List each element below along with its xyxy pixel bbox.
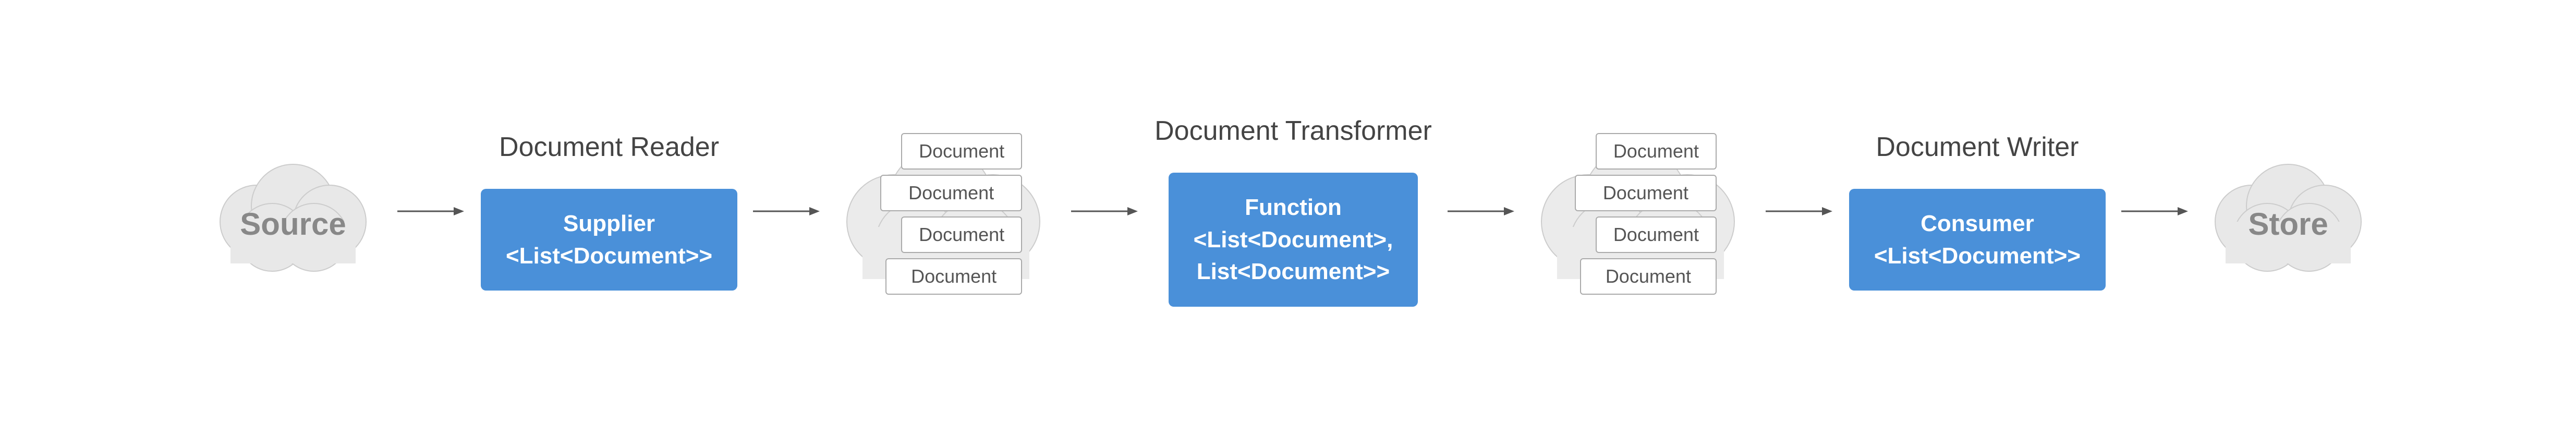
function-line3: List<Document>> — [1194, 256, 1393, 288]
arrow-1 — [397, 203, 465, 219]
doc-card-2: Document — [880, 175, 1022, 211]
right-doc-stack: Document Document Document Document — [1564, 133, 1717, 295]
doc-transformer-body: Function <List<Document>, List<Document>… — [1169, 173, 1418, 307]
document-reader-section: Document Reader Supplier <List<Document>… — [481, 131, 737, 291]
doc-writer-label: Document Writer — [1876, 131, 2079, 163]
arrow-2 — [753, 203, 821, 219]
function-line2: <List<Document>, — [1194, 224, 1393, 256]
docs-cloud-right: Document Document Document Document — [1531, 117, 1750, 305]
source-label: Source — [240, 207, 346, 242]
supplier-line1: Supplier — [506, 208, 712, 240]
docs-cloud-left: Document Document Document Document — [836, 117, 1055, 305]
document-transformer-section: Document Transformer Function <List<Docu… — [1155, 115, 1432, 307]
function-box: Function <List<Document>, List<Document>… — [1169, 173, 1418, 307]
doc-card-4: Document — [885, 258, 1022, 295]
doc-card-r2: Document — [1575, 175, 1717, 211]
source-cloud-shape: Source — [204, 133, 382, 290]
source-endpoint: Source — [204, 133, 382, 290]
store-endpoint: Store — [2205, 133, 2372, 290]
supplier-box: Supplier <List<Document>> — [481, 189, 737, 291]
doc-transformer-label: Document Transformer — [1155, 115, 1432, 147]
store-cloud-shape: Store — [2205, 133, 2372, 290]
doc-card-r1: Document — [1596, 133, 1717, 170]
doc-reader-body: Supplier <List<Document>> — [481, 189, 737, 291]
doc-reader-label: Document Reader — [499, 131, 719, 163]
doc-card-r3: Document — [1596, 216, 1717, 253]
doc-card-r4: Document — [1580, 258, 1717, 295]
store-label: Store — [2248, 207, 2328, 242]
left-doc-stack: Document Document Document Document — [870, 133, 1022, 295]
function-line1: Function — [1194, 191, 1393, 224]
consumer-line2: <List<Document>> — [1874, 240, 2081, 272]
document-writer-section: Document Writer Consumer <List<Document>… — [1849, 131, 2106, 291]
doc-writer-body: Consumer <List<Document>> — [1849, 189, 2106, 291]
arrow-5 — [1766, 203, 1833, 219]
doc-card-3: Document — [901, 216, 1022, 253]
consumer-box: Consumer <List<Document>> — [1849, 189, 2106, 291]
doc-card-1: Document — [901, 133, 1022, 170]
arrow-3 — [1071, 203, 1139, 219]
arrow-6 — [2121, 203, 2189, 219]
supplier-line2: <List<Document>> — [506, 240, 712, 272]
diagram: Source Document Reader Supplier <List<Do… — [0, 115, 2576, 307]
consumer-line1: Consumer — [1874, 208, 2081, 240]
arrow-4 — [1448, 203, 1515, 219]
